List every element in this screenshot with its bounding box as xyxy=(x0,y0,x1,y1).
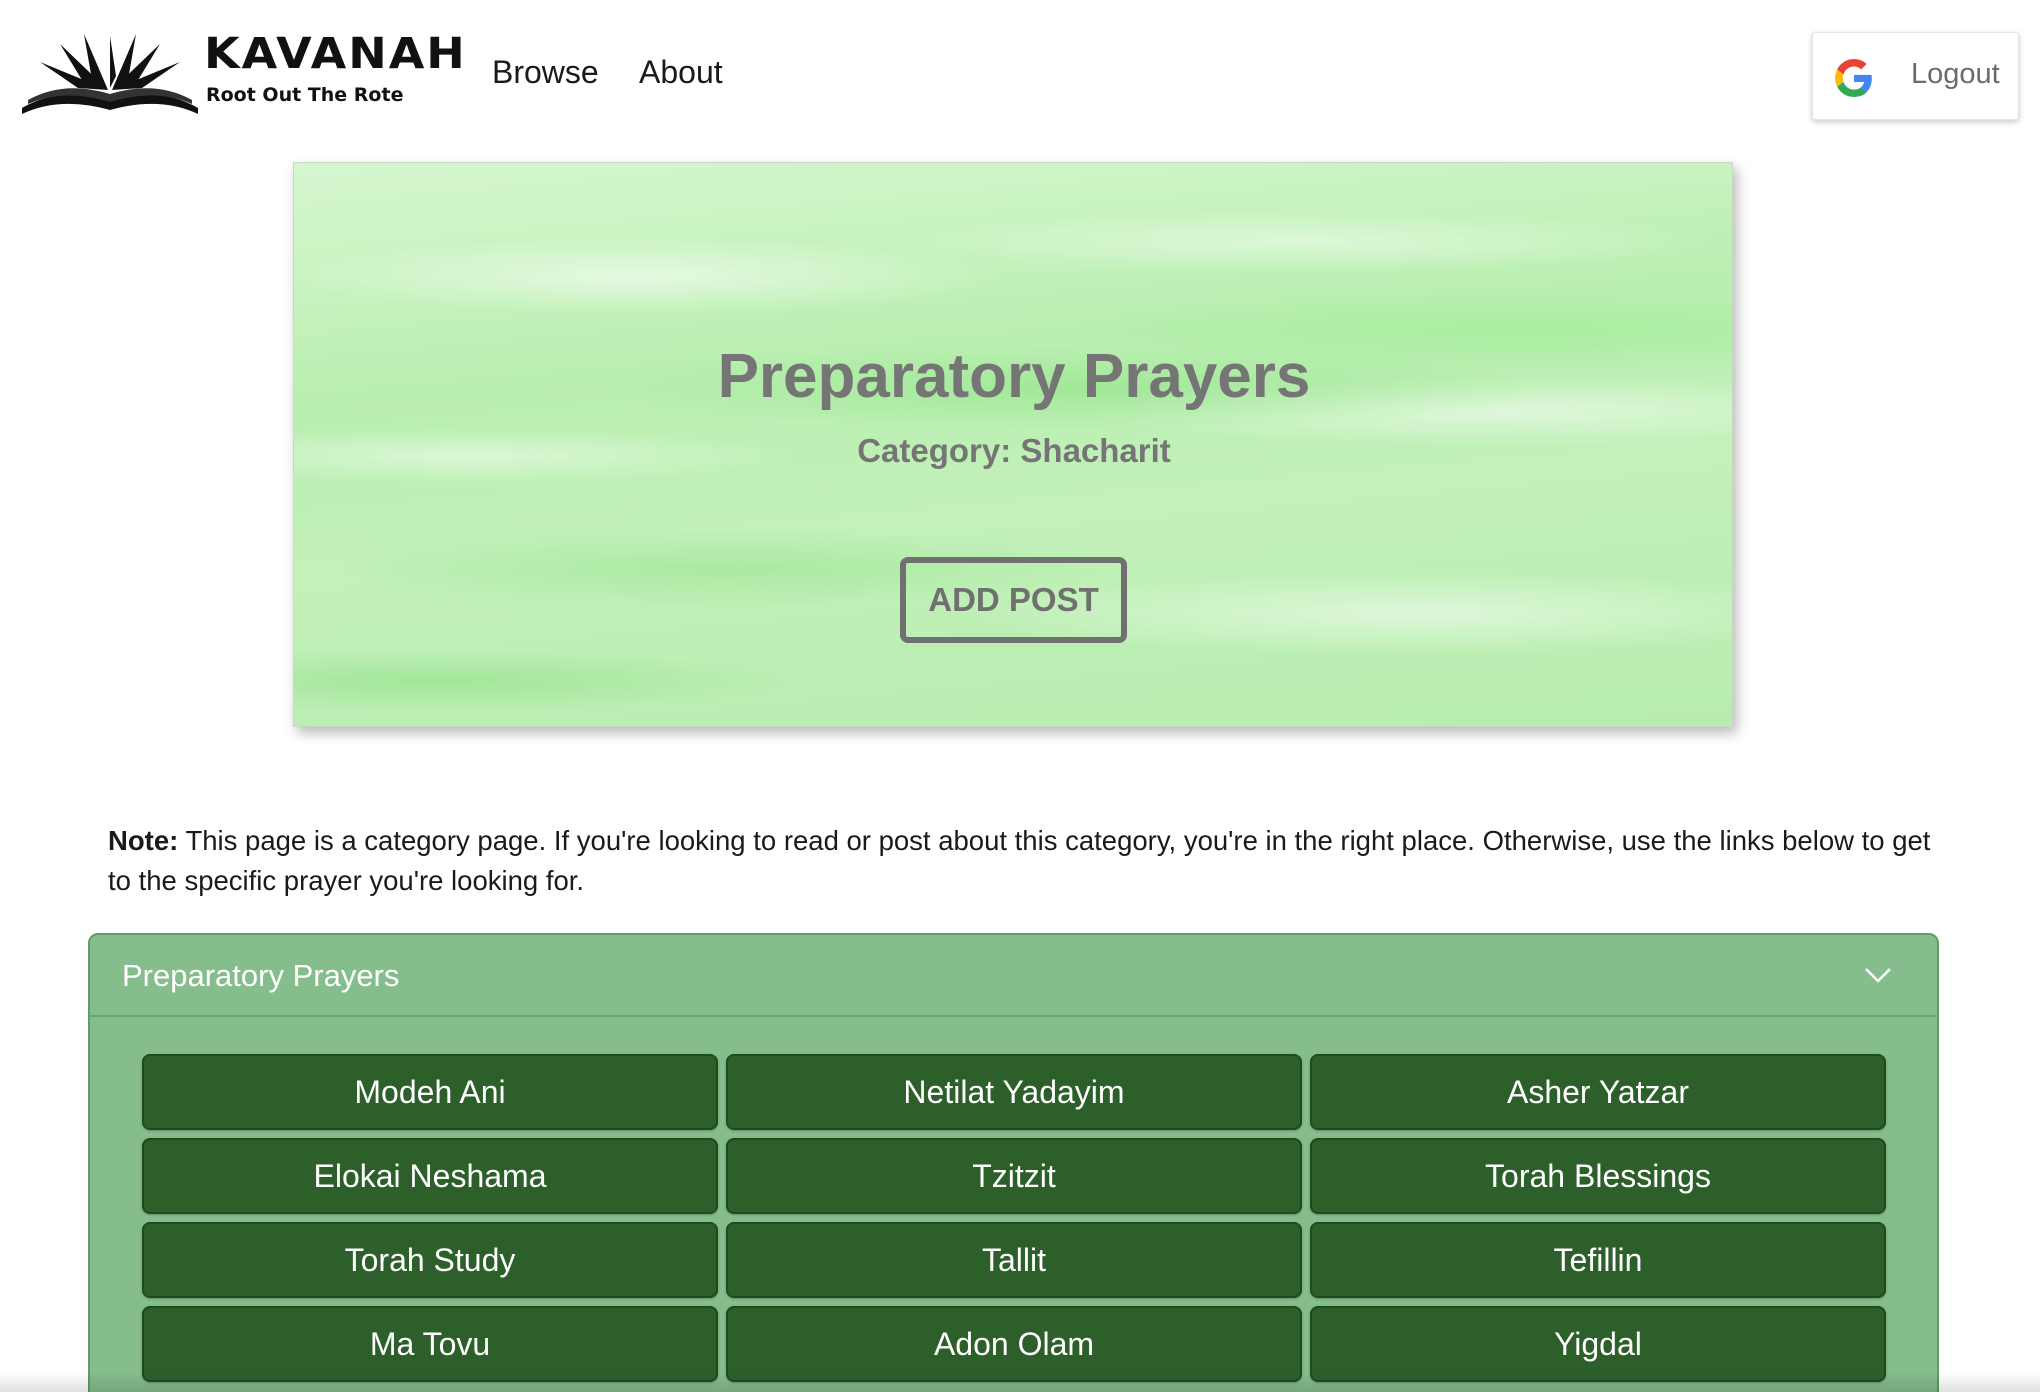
prayer-link-asher-yatzar[interactable]: Asher Yatzar xyxy=(1310,1054,1886,1130)
brand-tagline: Root Out The Rote xyxy=(206,84,404,106)
add-post-button[interactable]: ADD POST xyxy=(900,557,1127,643)
prayers-accordion: Preparatory Prayers Modeh Ani Netilat Ya… xyxy=(88,933,1939,1392)
page-title: Preparatory Prayers xyxy=(717,342,1311,411)
prayer-links-grid: Modeh Ani Netilat Yadayim Asher Yatzar E… xyxy=(142,1054,1894,1382)
chevron-down-icon xyxy=(1865,968,1891,983)
prayer-link-tzitzit[interactable]: Tzitzit xyxy=(726,1138,1302,1214)
prayer-link-yigdal[interactable]: Yigdal xyxy=(1310,1306,1886,1382)
prayer-link-torah-blessings[interactable]: Torah Blessings xyxy=(1310,1138,1886,1214)
prayer-link-ma-tovu[interactable]: Ma Tovu xyxy=(142,1306,718,1382)
prayer-link-netilat-yadayim[interactable]: Netilat Yadayim xyxy=(726,1054,1302,1130)
nav-link-about[interactable]: About xyxy=(639,56,723,88)
category-note: Note: This page is a category page. If y… xyxy=(108,821,1938,901)
brand-name: KAVANAH xyxy=(204,28,467,78)
nav-link-browse[interactable]: Browse xyxy=(492,56,599,88)
brand-logo-link[interactable]: KAVANAH Root Out The Rote xyxy=(20,30,465,120)
prayer-link-torah-study[interactable]: Torah Study xyxy=(142,1222,718,1298)
logout-button[interactable]: Logout xyxy=(1812,32,2019,120)
prayer-link-adon-olam[interactable]: Adon Olam xyxy=(726,1306,1302,1382)
navbar: KAVANAH Root Out The Rote Browse About L… xyxy=(0,0,2040,156)
note-text: This page is a category page. If you're … xyxy=(108,825,1931,896)
prayer-link-tallit[interactable]: Tallit xyxy=(726,1222,1302,1298)
open-book-icon xyxy=(22,34,198,114)
category-hero-banner: Preparatory Prayers Category: Shacharit … xyxy=(293,162,1733,727)
accordion-title: Preparatory Prayers xyxy=(122,958,400,993)
category-subtitle: Category: Shacharit xyxy=(857,432,1171,469)
google-icon xyxy=(1835,59,1872,97)
prayer-link-modeh-ani[interactable]: Modeh Ani xyxy=(142,1054,718,1130)
accordion-header[interactable]: Preparatory Prayers xyxy=(90,935,1937,1017)
logout-label: Logout xyxy=(1911,58,2000,90)
note-label: Note: xyxy=(108,825,179,856)
prayer-link-tefillin[interactable]: Tefillin xyxy=(1310,1222,1886,1298)
prayer-link-elokai-neshama[interactable]: Elokai Neshama xyxy=(142,1138,718,1214)
